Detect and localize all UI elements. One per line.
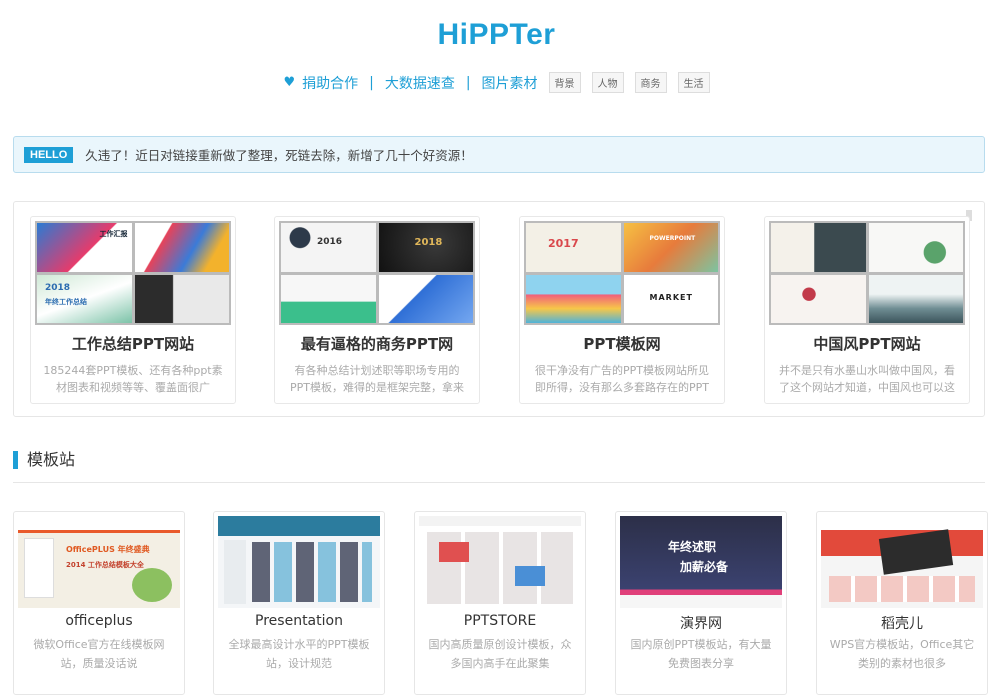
notice-banner: HELLO 久违了！近日对链接重新做了整理，死链去除，新增了几十个好资源！	[13, 136, 985, 173]
featured-title: 最有逼格的商务PPT网	[300, 335, 454, 353]
featured-panel: ​ 工作汇报 2018 年终工作总结 工作总结PPT网站 185244套PPT模…	[13, 201, 985, 417]
thumb-text: MARKET	[649, 292, 693, 302]
site-header: HiPPTer ♥ 捐助合作 | 大数据速查 | 图片素材 背景 人物 商务 生…	[0, 0, 993, 134]
featured-desc: 有各种总结计划述职等职场专用的PPT模板，难得的是框架完整，拿来就能用	[290, 364, 464, 394]
thumb-text: 2016	[317, 237, 343, 247]
thumb-text: POWERPOINT	[649, 235, 696, 242]
notice-text: 久违了！近日对链接重新做了整理，死链去除，新增了几十个好资源！	[85, 148, 473, 163]
template-card-docer[interactable]: 稻壳儿 WPS官方模板站，Office其它类别的素材也很多	[816, 511, 988, 695]
tag-life[interactable]: 生活	[677, 72, 710, 93]
featured-card-chinese-style[interactable]: 中国风PPT网站 并不是只有水墨山水叫做中国风，看了这个网站才知道，中国风也可以…	[764, 216, 970, 404]
section-title: 模板站	[27, 450, 76, 469]
nav-donate-link[interactable]: 捐助合作	[302, 73, 358, 93]
top-nav: ♥ 捐助合作 | 大数据速查 | 图片素材 背景 人物 商务 生活	[0, 72, 993, 93]
featured-title: 中国风PPT网站	[813, 335, 921, 353]
section-accent-bar	[13, 451, 18, 469]
thumb-text: 年终工作总结	[45, 297, 87, 306]
template-name: officeplus	[65, 613, 133, 629]
template-thumbnail: OfficePLUS 年终盛典 2014 工作总结模板大全	[18, 516, 180, 608]
featured-card-ppt-template[interactable]: 2017 POWERPOINT MARKET PPT模板网 很干净没有广告的PP…	[519, 216, 725, 404]
featured-thumbnail: 工作汇报 2018 年终工作总结	[35, 221, 231, 325]
featured-thumbnail: 2017 POWERPOINT MARKET	[524, 221, 720, 325]
featured-thumbnail	[769, 221, 965, 325]
tag-business[interactable]: 商务	[634, 72, 667, 93]
site-logo[interactable]: HiPPTer	[0, 18, 993, 52]
featured-title: 工作总结PPT网站	[71, 335, 195, 353]
featured-desc: 并不是只有水墨山水叫做中国风，看了这个网站才知道，中国风也可以这么潮	[779, 364, 955, 394]
template-card-officeplus[interactable]: OfficePLUS 年终盛典 2014 工作总结模板大全 officeplus…	[13, 511, 185, 695]
template-thumbnail	[419, 516, 581, 608]
heart-icon: ♥	[283, 75, 296, 90]
featured-card-work-summary[interactable]: 工作汇报 2018 年终工作总结 工作总结PPT网站 185244套PPT模板、…	[30, 216, 236, 404]
template-thumbnail: 年终述职 加薪必备	[620, 516, 782, 608]
template-desc: 国内原创PPT模板站，有大量免费图表分享	[630, 638, 772, 670]
featured-thumbnail: 2016 2018	[279, 221, 475, 325]
nav-image-assets-link[interactable]: 图片素材	[482, 73, 538, 93]
nav-data-search-link[interactable]: 大数据速查	[385, 73, 455, 93]
thumb-text: 2018	[414, 237, 443, 248]
thumb-text: OfficePLUS 年终盛典	[66, 545, 150, 554]
thumb-text: 2018	[45, 282, 71, 293]
thumb-text: 2017	[548, 237, 579, 250]
template-name: 演界网	[680, 616, 722, 632]
featured-desc: 185244套PPT模板、还有各种ppt素材图表和视频等等、覆盖面很广	[43, 364, 223, 394]
template-desc: 全球最高设计水平的PPT模板站，设计规范	[228, 638, 370, 670]
featured-card-business[interactable]: 2016 2018 最有逼格的商务PPT网 有各种总结计划述职等职场专用的PPT…	[274, 216, 480, 404]
template-desc: 微软Office官方在线模板网站，质量没话说	[33, 638, 165, 670]
template-desc: WPS官方模板站，Office其它类别的素材也很多	[829, 638, 975, 670]
template-name: Presentation	[255, 613, 343, 629]
featured-desc: 很干净没有广告的PPT模板网站所见即所得，没有那么多套路存在的PPT网站	[535, 364, 709, 394]
section-header: 模板站	[13, 451, 985, 483]
thumb-text: 工作汇报	[99, 230, 128, 238]
template-card-presentation[interactable]: Presentation 全球最高设计水平的PPT模板站，设计规范	[213, 511, 385, 695]
thumb-text: 2014 工作总结模板大全	[66, 561, 144, 569]
nav-separator: |	[465, 74, 471, 91]
template-card-yanjie[interactable]: 年终述职 加薪必备 演界网 国内原创PPT模板站，有大量免费图表分享	[615, 511, 787, 695]
nav-separator: |	[369, 74, 374, 91]
template-thumbnail	[218, 516, 380, 608]
thumb-text: 加薪必备	[680, 560, 729, 574]
hello-badge: HELLO	[24, 146, 74, 163]
tag-people[interactable]: 人物	[591, 72, 624, 93]
template-name: PPTSTORE	[463, 613, 537, 629]
thumb-text: 年终述职	[668, 540, 717, 554]
template-thumbnail	[821, 516, 983, 608]
tag-background[interactable]: 背景	[548, 72, 581, 93]
template-card-pptstore[interactable]: PPTSTORE 国内高质量原创设计模板，众多国内高手在此聚集	[414, 511, 586, 695]
template-desc: 国内高质量原创设计模板，众多国内高手在此聚集	[428, 638, 572, 670]
template-name: 稻壳儿	[881, 616, 923, 632]
featured-title: PPT模板网	[583, 335, 661, 353]
